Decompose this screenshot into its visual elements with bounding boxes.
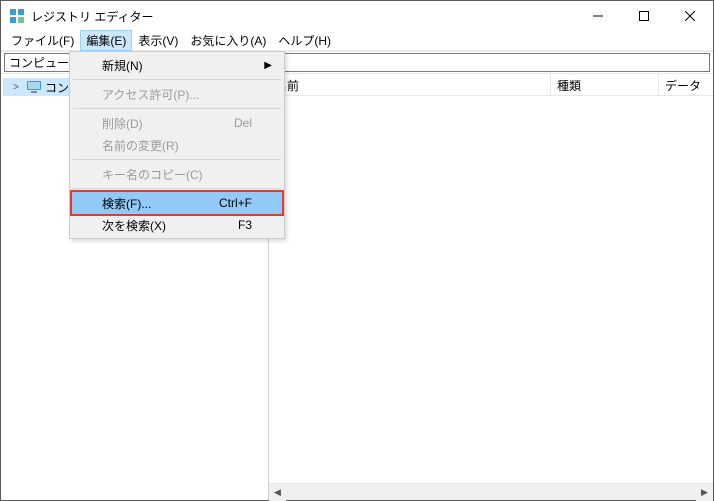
column-data[interactable]: データ	[659, 74, 713, 95]
menu-separator	[73, 188, 281, 189]
menu-item-find-next[interactable]: 次を検索(X) F3	[72, 214, 282, 236]
computer-icon	[26, 81, 42, 93]
menu-item-shortcut: Ctrl+F	[219, 196, 252, 210]
app-icon	[9, 8, 25, 24]
window-title: レジストリ エディター	[31, 8, 575, 25]
menu-help[interactable]: ヘルプ(H)	[272, 30, 337, 51]
submenu-arrow-icon: ▶	[264, 60, 272, 71]
menu-separator	[73, 79, 281, 80]
column-type[interactable]: 種類	[551, 74, 659, 95]
menu-item-shortcut: Del	[234, 116, 252, 130]
list-pane: 名前 種類 データ ◀ ▶	[269, 74, 713, 500]
menu-file[interactable]: ファイル(F)	[5, 30, 80, 51]
menu-separator	[73, 159, 281, 160]
menu-item-label: 検索(F)...	[102, 195, 151, 212]
edit-menu-dropdown: 新規(N) ▶ アクセス許可(P)... 削除(D) Del 名前の変更(R) …	[69, 51, 285, 239]
menu-item-permissions[interactable]: アクセス許可(P)...	[72, 83, 282, 105]
menu-edit[interactable]: 編集(E)	[80, 30, 132, 51]
menubar: ファイル(F) 編集(E) 表示(V) お気に入り(A) ヘルプ(H)	[1, 31, 713, 51]
minimize-button[interactable]	[575, 1, 621, 31]
horizontal-scrollbar[interactable]: ◀ ▶	[269, 483, 713, 500]
menu-item-copy-key-name[interactable]: キー名のコピー(C)	[72, 163, 282, 185]
menu-item-label: 削除(D)	[102, 115, 143, 132]
scroll-track[interactable]	[286, 484, 696, 500]
column-headers: 名前 種類 データ	[269, 74, 713, 96]
scroll-left-icon[interactable]: ◀	[269, 484, 286, 501]
scroll-right-icon[interactable]: ▶	[696, 484, 713, 501]
registry-editor-window: レジストリ エディター ファイル(F) 編集(E) 表示(V) お気に入り(A)…	[0, 0, 714, 501]
menu-item-label: 名前の変更(R)	[102, 137, 179, 154]
list-body[interactable]	[269, 96, 713, 483]
menu-item-find[interactable]: 検索(F)... Ctrl+F	[72, 192, 282, 214]
titlebar: レジストリ エディター	[1, 1, 713, 31]
menu-item-label: 新規(N)	[102, 57, 143, 74]
menu-item-label: キー名のコピー(C)	[102, 166, 203, 183]
menu-item-rename[interactable]: 名前の変更(R)	[72, 134, 282, 156]
menu-item-label: アクセス許可(P)...	[102, 86, 199, 103]
menu-item-label: 次を検索(X)	[102, 217, 166, 234]
close-button[interactable]	[667, 1, 713, 31]
maximize-button[interactable]	[621, 1, 667, 31]
menu-item-delete[interactable]: 削除(D) Del	[72, 112, 282, 134]
menu-item-new[interactable]: 新規(N) ▶	[72, 54, 282, 76]
menu-favorites[interactable]: お気に入り(A)	[184, 30, 272, 51]
menu-separator	[73, 108, 281, 109]
menu-view[interactable]: 表示(V)	[132, 30, 184, 51]
expand-icon[interactable]: >	[9, 82, 23, 93]
menu-item-shortcut: F3	[238, 218, 252, 232]
column-name[interactable]: 名前	[269, 74, 551, 95]
